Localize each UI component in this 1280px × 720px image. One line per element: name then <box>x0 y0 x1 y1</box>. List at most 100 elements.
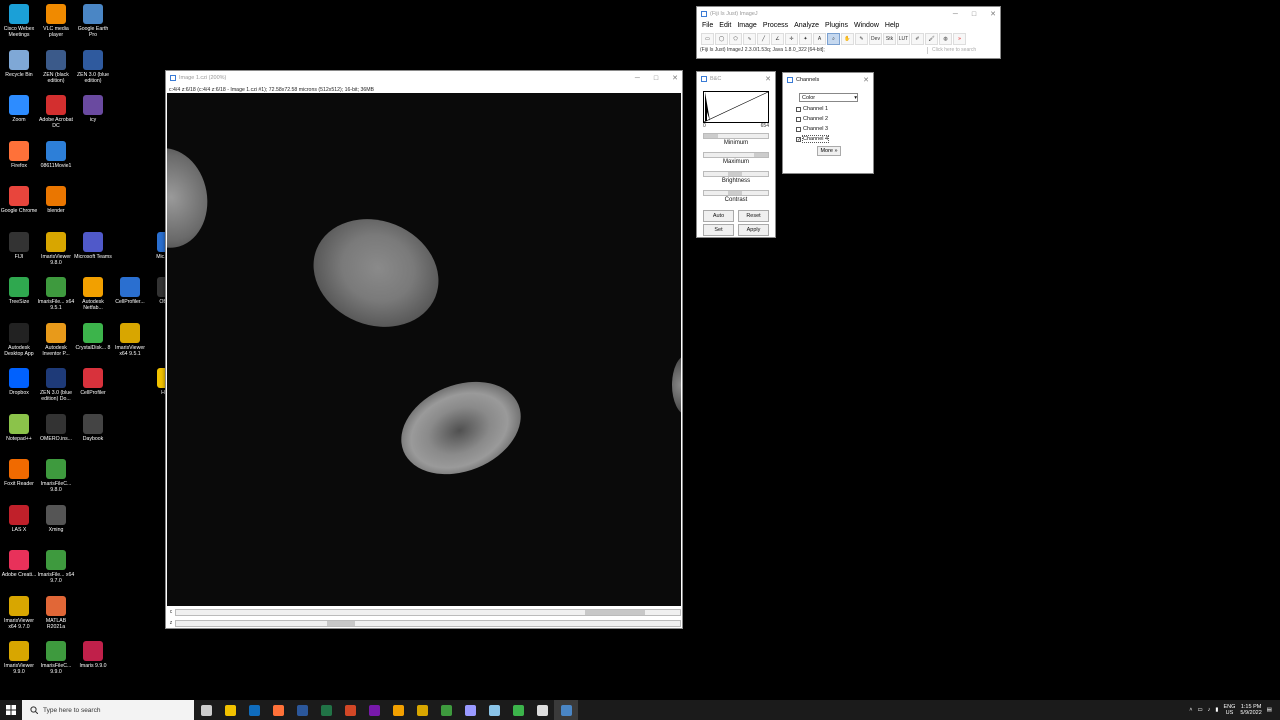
desktop-icon[interactable]: CellProfiler... <box>111 277 149 305</box>
zoom-icon[interactable]: ⌕ <box>827 33 840 45</box>
desktop-icon[interactable]: ZEN 3.0 (blue edition) Do... <box>37 368 75 402</box>
desktop-icon[interactable]: blender <box>37 186 75 214</box>
more-button[interactable]: More » <box>817 146 841 156</box>
maximize-icon[interactable]: □ <box>972 11 976 18</box>
maximum-slider-thumb[interactable] <box>754 153 768 157</box>
desktop-icon[interactable]: MATLAB R2021a <box>37 596 75 630</box>
freehand-icon[interactable]: ∿ <box>743 33 756 45</box>
brightness-slider-thumb[interactable] <box>728 172 742 176</box>
dropper-icon[interactable]: ✎ <box>855 33 868 45</box>
channel-slider-thumb[interactable] <box>584 609 645 615</box>
language-indicator[interactable]: ENG US <box>1223 704 1235 716</box>
notifications-icon[interactable]: ▤ <box>1267 707 1272 713</box>
desktop-icon[interactable]: Imaris 9.9.0 <box>74 641 112 669</box>
contrast-slider-thumb[interactable] <box>728 191 742 195</box>
reset-button[interactable]: Reset <box>738 210 769 222</box>
dev-tool-button[interactable]: Dev <box>869 33 882 45</box>
mores-icon[interactable]: » <box>953 33 966 45</box>
minimize-icon[interactable]: ─ <box>953 11 958 18</box>
desktop-icon[interactable]: VLC media player <box>37 4 75 38</box>
channel-checkbox[interactable]: Channel 2 <box>796 116 873 122</box>
desktop-icon[interactable]: Dropbox <box>0 368 38 396</box>
desktop-icon[interactable]: Firefox <box>0 141 38 169</box>
desktop-icon[interactable]: CellProfiler <box>74 368 112 396</box>
minimum-slider-thumb[interactable] <box>704 134 718 138</box>
desktop-icon[interactable]: ZEN 3.0 (blue edition) <box>74 50 112 84</box>
taskbar-app[interactable] <box>458 700 482 720</box>
point-icon[interactable]: ✛ <box>785 33 798 45</box>
chevron-up-icon[interactable]: ˄ <box>1189 707 1192 713</box>
desktop-icon[interactable]: 08611Movie1 <box>37 141 75 169</box>
menu-analyze[interactable]: Analyze <box>794 22 819 31</box>
desktop-icon[interactable]: TreeSize <box>0 277 38 305</box>
desktop-icon[interactable]: Xming <box>37 505 75 533</box>
desktop-icon[interactable]: LAS X <box>0 505 38 533</box>
channels-window[interactable]: Channels ✕ Color ▾ Channel 1 Channel 2 Cha… <box>782 72 874 174</box>
image-canvas[interactable] <box>167 93 681 606</box>
auto-button[interactable]: Auto <box>703 210 734 222</box>
taskbar-app[interactable] <box>290 700 314 720</box>
close-icon[interactable]: ✕ <box>990 10 996 18</box>
channel-checkbox[interactable]: Channel 1 <box>796 106 873 112</box>
maximize-icon[interactable]: □ <box>654 75 658 82</box>
network-icon[interactable]: ▭ <box>1197 707 1202 713</box>
menu-file[interactable]: File <box>702 22 713 31</box>
bc-titlebar[interactable]: B&C ✕ <box>697 72 775 86</box>
imagej-titlebar[interactable]: (Fiji Is Just) ImageJ ─ □ ✕ <box>697 7 1000 21</box>
desktop-icon[interactable]: ImarisViewer x64 9.7.0 <box>0 596 38 630</box>
taskbar-app[interactable] <box>410 700 434 720</box>
menu-plugins[interactable]: Plugins <box>825 22 848 31</box>
color-mode-select[interactable]: Color ▾ <box>799 93 858 102</box>
checkbox-box[interactable] <box>796 116 801 122</box>
taskbar-app[interactable] <box>386 700 410 720</box>
channel-checkbox[interactable]: ✓ Channel 4 <box>796 135 873 143</box>
wand-icon[interactable]: ✦ <box>799 33 812 45</box>
rectangle-icon[interactable]: ▭ <box>701 33 714 45</box>
close-icon[interactable]: ✕ <box>672 74 678 82</box>
channel-slider[interactable]: c <box>167 607 681 617</box>
desktop-icon[interactable]: Google Chrome <box>0 186 38 214</box>
text-icon[interactable]: A <box>813 33 826 45</box>
image-window[interactable]: Image 1.czi (200%) ─ □ ✕ c:4/4 z:6/18 (c… <box>165 70 683 629</box>
desktop-icon[interactable]: Adobe Creati... <box>0 550 38 578</box>
desktop-icon[interactable]: Zoom <box>0 95 38 123</box>
desktop-icon[interactable]: CrystalDisk... 8 <box>74 323 112 351</box>
start-button[interactable] <box>0 700 22 720</box>
menu-image[interactable]: Image <box>737 22 756 31</box>
desktop-icon[interactable]: Autodesk Netfab... <box>74 277 112 311</box>
image-window-titlebar[interactable]: Image 1.czi (200%) ─ □ ✕ <box>166 71 682 85</box>
desktop-icon[interactable]: ImarisFile... x64 9.5.1 <box>37 277 75 311</box>
stk-tool-button[interactable]: Stk <box>883 33 896 45</box>
menu-edit[interactable]: Edit <box>719 22 731 31</box>
contrast-slider[interactable] <box>703 190 769 196</box>
taskbar-search[interactable]: Type here to search <box>22 700 194 720</box>
desktop-icon[interactable]: ImarisFileC... 9.8.0 <box>37 459 75 493</box>
taskbar-app[interactable] <box>242 700 266 720</box>
taskbar-app[interactable] <box>506 700 530 720</box>
line-icon[interactable]: ╱ <box>757 33 770 45</box>
checkbox-box[interactable] <box>796 106 801 112</box>
desktop-icon[interactable]: Recycle Bin <box>0 50 38 78</box>
desktop-icon[interactable]: ImarisViewer x64 9.5.1 <box>111 323 149 357</box>
checkbox-box[interactable]: ✓ <box>796 136 801 142</box>
menu-process[interactable]: Process <box>763 22 788 31</box>
hand-icon[interactable]: ✋ <box>841 33 854 45</box>
taskbar-app[interactable] <box>194 700 218 720</box>
set-button[interactable]: Set <box>703 224 734 236</box>
angle-icon[interactable]: ∠ <box>771 33 784 45</box>
desktop-icon[interactable]: Foxit Reader <box>0 459 38 487</box>
desktop-icon[interactable]: Cisco Webex Meetings <box>0 4 38 38</box>
minimize-icon[interactable]: ─ <box>635 75 640 82</box>
taskbar-app[interactable] <box>218 700 242 720</box>
bc-window[interactable]: B&C ✕ 0 654 Minimum Maximum Brightness C… <box>696 71 776 238</box>
taskbar-app[interactable] <box>266 700 290 720</box>
taskbar-app[interactable] <box>338 700 362 720</box>
desktop-icon[interactable]: Daybook <box>74 414 112 442</box>
imagej-main-window[interactable]: (Fiji Is Just) ImageJ ─ □ ✕ File Edit Imag… <box>696 6 1001 59</box>
z-slider-thumb[interactable] <box>327 620 356 626</box>
menu-window[interactable]: Window <box>854 22 879 31</box>
flood-fill-icon[interactable]: ◍ <box>939 33 952 45</box>
taskbar-app[interactable] <box>554 700 578 720</box>
desktop-icon[interactable]: ImarisViewer 9.9.0 <box>0 641 38 675</box>
desktop-icon[interactable]: Autodesk Desktop App <box>0 323 38 357</box>
